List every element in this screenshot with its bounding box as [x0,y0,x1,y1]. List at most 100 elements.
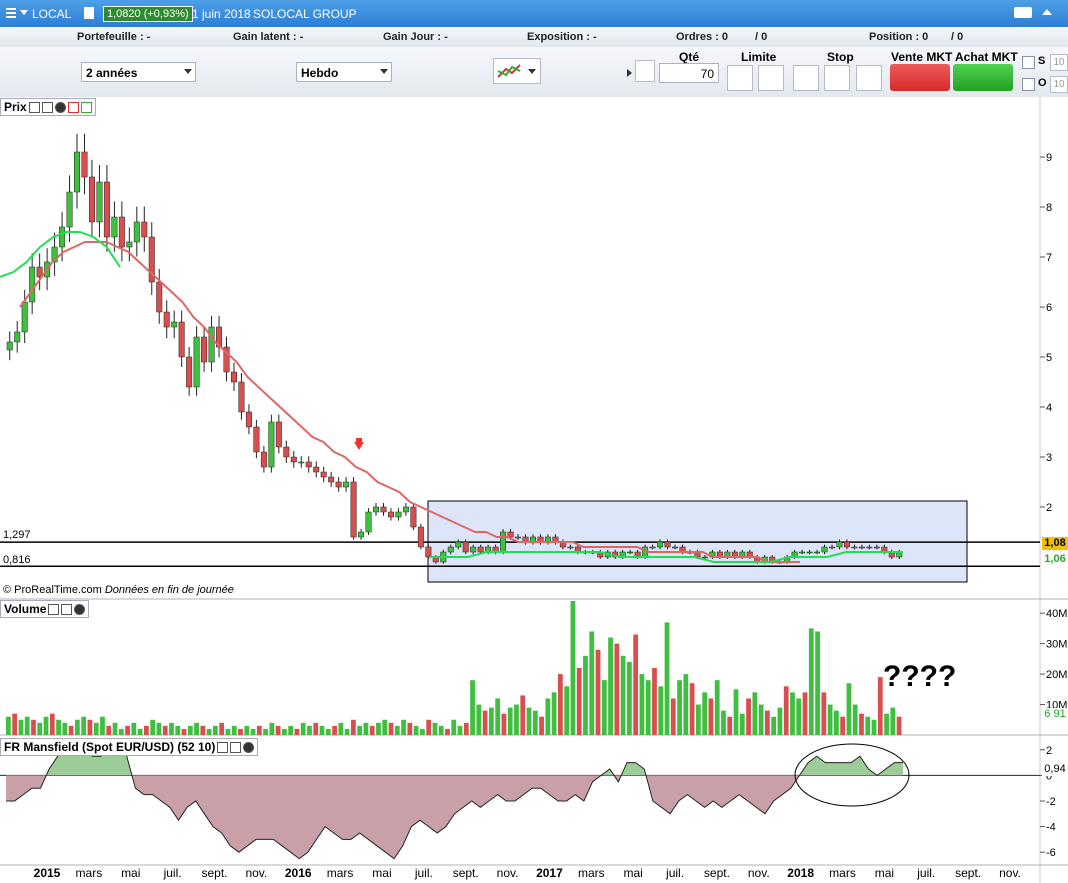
chart-canvas[interactable]: 23456789 10M20M30M40M 20-2-4-6 2015 mars m… [0,97,1068,883]
buy-market-button[interactable] [953,64,1013,91]
candle-down [178,321,185,358]
price-badge: 1,0820 (+0,93%) [103,6,193,22]
candle-down [335,481,342,488]
x-tick-label: sept. [955,866,981,880]
buy-icon[interactable] [80,102,92,113]
menu-icon[interactable] [6,8,16,10]
volume-bar [890,707,896,735]
qte-label: Qté [679,50,700,64]
volume-bar [332,725,337,735]
volume-bar [338,722,344,735]
candle-up [567,546,574,549]
volume-bar [363,722,369,735]
volume-bar [727,716,733,735]
stop-sell-button[interactable] [824,65,850,91]
copyright: © ProRealTime.com Données en fin de jour… [3,584,234,596]
volume-bar [790,692,795,735]
candle-up [799,551,806,554]
x-tick-label: juil. [163,866,182,880]
mansfield-tick-label: -6 [1046,847,1056,859]
volume-bar [87,719,93,735]
volume-bar [777,707,783,735]
stop-buy-button[interactable] [793,65,819,91]
s-checkbox[interactable] [1022,56,1035,69]
candle-up [447,546,454,553]
collapse-arrow-icon[interactable] [627,69,632,77]
close-icon[interactable] [74,604,86,615]
red-arrow-stem [356,438,362,443]
candle-down [186,356,193,388]
volume-bar [213,725,218,735]
volume-bar [244,725,250,735]
candle-down [387,511,394,518]
x-tick-label: nov. [245,866,267,880]
candle-down [350,481,357,538]
interval-select[interactable]: Hebdo [296,62,392,82]
candle-up [672,546,679,549]
maximize-icon[interactable] [1042,9,1052,15]
x-tick-label: 2017 [536,866,563,880]
s-value[interactable]: 10 [1050,54,1068,71]
o-checkbox[interactable] [1022,78,1035,91]
volume-bar [614,643,620,735]
volume-bar [18,719,24,735]
volume-bar [24,716,30,735]
window-icon[interactable] [41,102,53,113]
candle-up [701,556,708,559]
limit-sell-button[interactable] [758,65,784,91]
close-icon[interactable] [54,102,66,113]
wrench-icon[interactable] [28,102,40,113]
volume-bar [256,725,262,735]
candle-up [14,331,21,343]
wrench-icon[interactable] [217,742,229,753]
volume-bar [877,677,883,735]
volume-bar [558,674,563,735]
stop-calc-button[interactable] [856,65,882,91]
chart-type-button[interactable] [493,58,541,84]
volume-bar [664,622,670,735]
wrench-icon[interactable] [635,60,655,82]
info-icon[interactable] [84,7,94,19]
volume-bar [49,713,55,735]
close-icon[interactable] [243,742,255,753]
volume-bar [413,725,419,735]
keyboard-icon[interactable] [1014,7,1032,18]
wrench-icon[interactable] [48,604,60,615]
x-tick-label: sept. [201,866,227,880]
candle-down [141,221,148,238]
limit-buy-button[interactable] [727,65,753,91]
volume-bar [708,698,714,735]
o-value[interactable]: 10 [1050,76,1068,93]
x-tick-label: mars [829,866,856,880]
candle-down [238,381,245,413]
volume-bar [670,698,676,735]
window-icon[interactable] [61,604,73,615]
volume-bar [263,728,268,735]
volume-bar [344,728,350,735]
price-badge-top: 1,08 [1042,537,1068,550]
sell-icon[interactable] [67,102,79,113]
qte-input[interactable]: 70 [659,63,719,83]
window-icon[interactable] [230,742,242,753]
chevron-down-icon[interactable] [20,10,28,15]
x-tick-label: nov. [748,866,770,880]
volume-bar [56,719,61,735]
volume-bar [300,722,306,735]
volume-bar [551,692,557,735]
candle-up [455,541,462,548]
sell-market-button[interactable] [890,64,950,91]
volume-bar [545,698,551,735]
period-select[interactable]: 2 années [81,62,196,82]
volume-bar [489,707,494,735]
candle-up [268,421,275,468]
volume-bar [294,728,300,735]
volume-bar [645,680,651,735]
quote-date: 1 juin 2018 [192,7,251,21]
candle-up [649,546,656,549]
x-tick-label: sept. [453,866,479,880]
volume-bar [576,668,582,735]
x-tick-label: mai [372,866,391,880]
volume-bar [81,716,87,735]
volume-bar [721,710,726,735]
candle-up [21,301,28,333]
